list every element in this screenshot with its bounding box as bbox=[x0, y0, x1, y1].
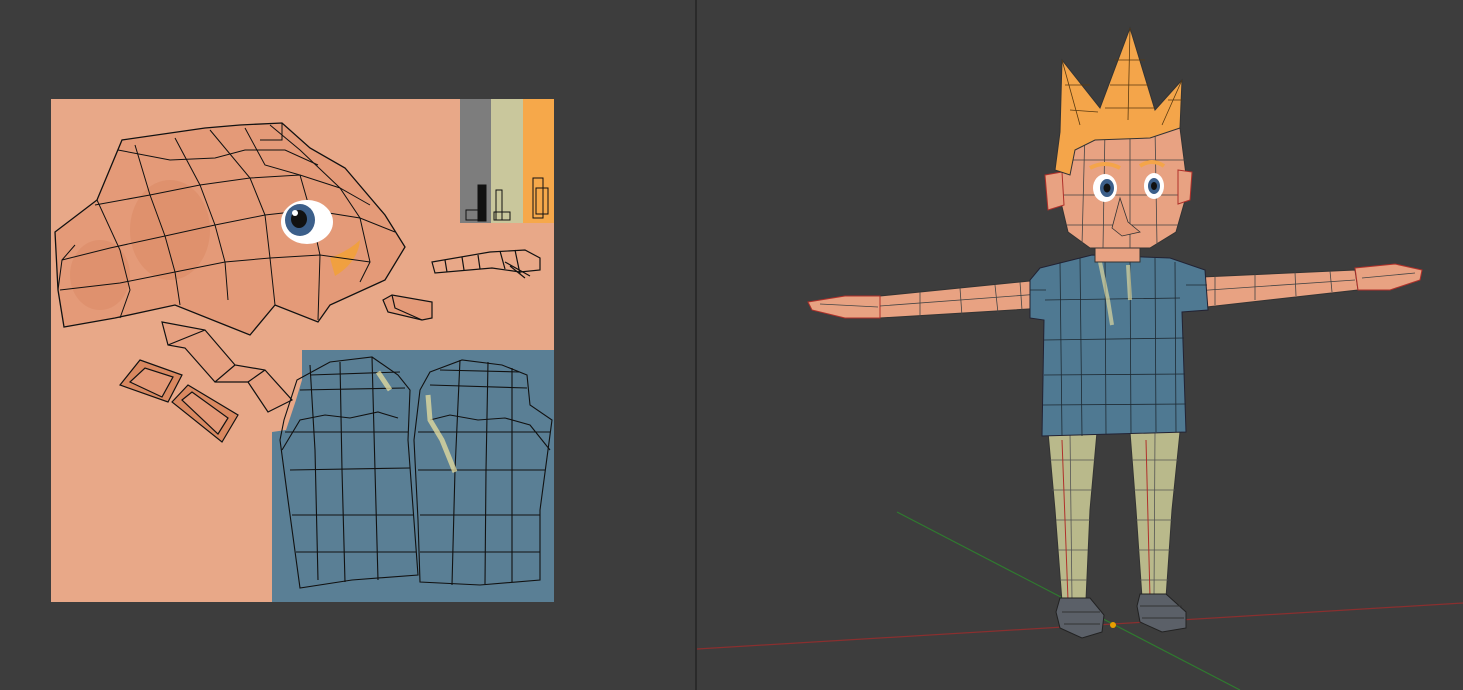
shirt bbox=[1029, 254, 1209, 437]
character-model[interactable] bbox=[807, 26, 1423, 639]
viewport-canvas[interactable] bbox=[697, 0, 1463, 690]
uv-editor[interactable] bbox=[0, 0, 695, 690]
swatch-orange bbox=[523, 99, 554, 223]
3d-viewport[interactable] bbox=[697, 0, 1463, 690]
uv-canvas[interactable] bbox=[0, 0, 695, 690]
shoes bbox=[1055, 593, 1187, 639]
eye-texture bbox=[281, 200, 333, 244]
legs bbox=[1047, 431, 1181, 603]
object-origin[interactable] bbox=[1110, 622, 1116, 628]
